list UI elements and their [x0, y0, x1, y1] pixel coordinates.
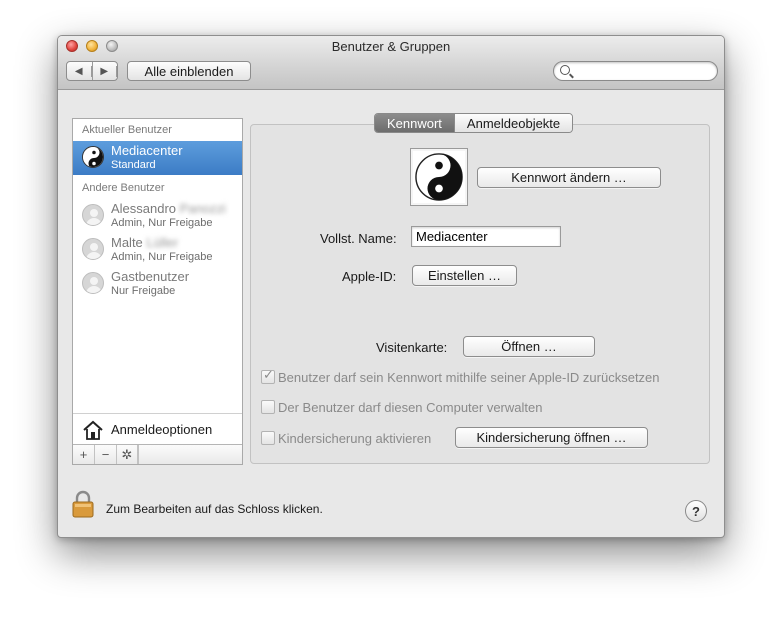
remove-user-button[interactable]: − — [95, 445, 117, 464]
user-role: Nur Freigabe — [111, 285, 176, 297]
tab-password[interactable]: Kennwort — [375, 114, 454, 132]
fullname-field[interactable] — [411, 226, 561, 247]
contact-card-open-button[interactable]: Öffnen … — [463, 336, 595, 357]
sidebar-toolbar: + − ✲ — [73, 444, 242, 464]
gear-icon: ✲ — [117, 445, 138, 464]
blurred-surname: Lüller — [146, 235, 179, 250]
reset-password-label: Benutzer darf sein Kennwort mithilfe sei… — [278, 370, 660, 385]
lock-instruction-text: Zum Bearbeiten auf das Schloss klicken. — [106, 502, 323, 516]
window-title: Benutzer & Gruppen — [331, 39, 451, 54]
change-password-button[interactable]: Kennwort ändern … — [477, 167, 661, 188]
tab-bar: Kennwort Anmeldeobjekte — [374, 113, 574, 133]
login-options-label: Anmeldeoptionen — [111, 422, 213, 437]
help-button[interactable]: ? — [685, 500, 707, 522]
triangle-right-icon: ▶ — [93, 65, 117, 77]
yin-yang-icon — [82, 146, 104, 168]
triangle-left-icon: ◀ — [67, 65, 92, 77]
user-item-mediacenter[interactable]: Mediacenter Standard — [73, 141, 242, 175]
blurred-surname: Panozzi — [179, 201, 226, 216]
action-menu-button[interactable]: ✲ — [117, 445, 139, 464]
yin-yang-icon — [415, 153, 463, 201]
open-parental-controls-button[interactable]: Kindersicherung öffnen … — [455, 427, 648, 448]
user-list-sidebar: Aktueller Benutzer Mediacenter Standard … — [72, 118, 243, 465]
user-silhouette-icon — [82, 272, 104, 294]
lock-icon[interactable] — [72, 490, 94, 518]
user-role: Admin, Nur Freigabe — [111, 217, 213, 229]
title-bar: Benutzer & Gruppen ◀ ▶ Alle einblenden — [58, 36, 724, 90]
back-button[interactable]: ◀ — [67, 62, 93, 80]
admin-label: Der Benutzer darf diesen Computer verwal… — [278, 400, 543, 415]
parental-controls-label: Kindersicherung aktivieren — [278, 431, 432, 446]
preferences-window: Benutzer & Gruppen ◀ ▶ Alle einblenden A… — [57, 35, 725, 538]
fullname-label: Vollst. Name: — [320, 231, 397, 246]
contact-card-label: Visitenkarte: — [376, 340, 448, 355]
user-name: Malte Lüller — [111, 235, 179, 250]
user-role: Admin, Nur Freigabe — [111, 251, 213, 263]
user-item-alessandro[interactable]: Alessandro Panozzi Admin, Nur Freigabe — [73, 199, 242, 233]
apple-id-label: Apple-ID: — [342, 269, 397, 284]
user-name: Mediacenter — [111, 143, 183, 158]
house-icon — [83, 420, 103, 440]
show-all-button[interactable]: Alle einblenden — [127, 61, 251, 81]
search-input[interactable] — [574, 63, 712, 79]
search-field[interactable] — [553, 61, 718, 81]
user-picture-well[interactable] — [410, 148, 468, 206]
user-name: Gastbenutzer — [111, 269, 190, 284]
forward-button[interactable]: ▶ — [93, 62, 117, 80]
apple-id-setup-button[interactable]: Einstellen … — [412, 265, 517, 286]
user-name: Alessandro Panozzi — [111, 201, 226, 216]
parental-controls-checkbox[interactable] — [261, 431, 275, 445]
admin-checkbox[interactable] — [261, 400, 275, 414]
user-item-malte[interactable]: Malte Lüller Admin, Nur Freigabe — [73, 233, 242, 267]
back-forward-control: ◀ ▶ — [66, 61, 118, 81]
user-item-guest[interactable]: Gastbenutzer Nur Freigabe — [73, 267, 242, 301]
login-options-item[interactable]: Anmeldeoptionen — [73, 413, 242, 444]
current-user-header: Aktueller Benutzer — [82, 124, 172, 136]
tab-login-items[interactable]: Anmeldeobjekte — [453, 114, 573, 132]
user-role: Standard — [111, 159, 156, 171]
add-user-button[interactable]: + — [73, 445, 95, 464]
search-icon — [560, 65, 570, 75]
other-users-header: Andere Benutzer — [82, 182, 165, 194]
user-silhouette-icon — [82, 204, 104, 226]
user-silhouette-icon — [82, 238, 104, 260]
reset-password-checkbox[interactable] — [261, 368, 275, 384]
